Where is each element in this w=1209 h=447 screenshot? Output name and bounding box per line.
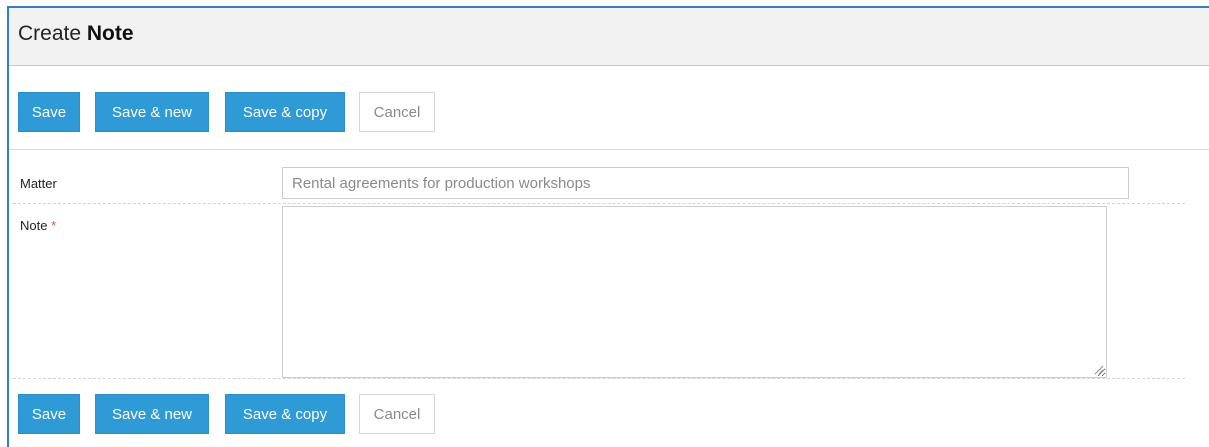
row-divider bbox=[13, 378, 1185, 379]
toolbar-divider bbox=[9, 149, 1209, 150]
cancel-button[interactable]: Cancel bbox=[359, 92, 435, 132]
create-note-panel: Create Note Save Save & new Save & copy … bbox=[7, 6, 1209, 447]
panel-header: Create Note bbox=[9, 8, 1209, 66]
save-button[interactable]: Save bbox=[18, 92, 80, 132]
page-title-prefix: Create bbox=[18, 22, 82, 45]
row-divider bbox=[13, 203, 1185, 204]
page-title: Create Note bbox=[18, 21, 134, 47]
save-and-copy-button[interactable]: Save & copy bbox=[225, 394, 345, 434]
note-textarea[interactable] bbox=[282, 206, 1107, 378]
save-and-new-button[interactable]: Save & new bbox=[95, 92, 209, 132]
save-and-copy-button[interactable]: Save & copy bbox=[225, 92, 345, 132]
page-title-entity: Note bbox=[86, 22, 134, 45]
note-label: Note * bbox=[20, 218, 56, 233]
save-button[interactable]: Save bbox=[18, 394, 80, 434]
matter-label: Matter bbox=[20, 176, 57, 191]
note-label-text: Note bbox=[20, 218, 48, 233]
required-asterisk: * bbox=[51, 218, 57, 233]
resize-grip-icon[interactable] bbox=[1092, 363, 1104, 375]
matter-field[interactable] bbox=[282, 167, 1129, 199]
save-and-new-button[interactable]: Save & new bbox=[95, 394, 209, 434]
cancel-button[interactable]: Cancel bbox=[359, 394, 435, 434]
